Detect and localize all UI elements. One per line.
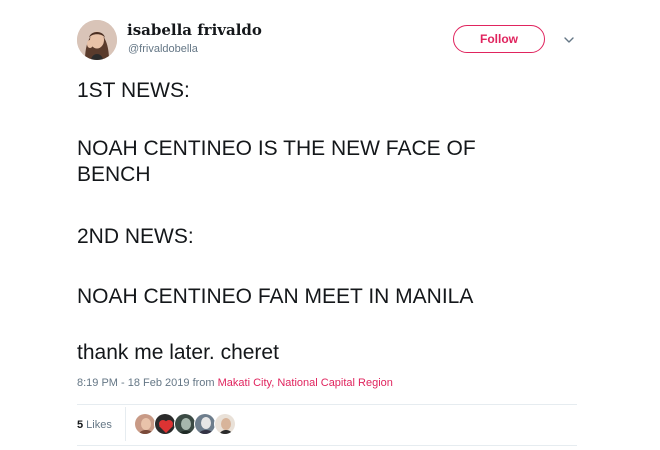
stat-separator [125,407,126,441]
tweet-line: BENCH [77,163,151,186]
tweet-card: isabella frivaldo @frivaldobella Follow … [0,0,660,450]
tweet-meta: 8:19 PM - 18 Feb 2019 from Makati City, … [77,377,393,389]
tweet-timestamp[interactable]: 8:19 PM - 18 Feb 2019 [77,377,190,389]
tweet-line: thank me later. cheret [77,341,279,364]
divider [77,445,577,446]
follow-button[interactable]: Follow [453,25,545,53]
liker-avatar-5[interactable] [214,413,236,435]
author-handle[interactable]: @frivaldobella [128,43,198,55]
chevron-down-icon [564,37,574,43]
liker-avatar-1[interactable] [134,413,156,435]
likes-label: Likes [83,419,112,431]
tweet-line: NOAH CENTINEO FAN MEET IN MANILA [77,285,474,308]
liker-avatar-3[interactable] [174,413,196,435]
liker-avatar-4[interactable] [194,413,216,435]
tweet-line: 1ST NEWS: [77,79,190,102]
tweet-line: NOAH CENTINEO IS THE NEW FACE OF [77,137,476,160]
author-avatar[interactable] [77,20,117,60]
liker-avatar-2[interactable] [154,413,176,435]
tweet-location-link[interactable]: Makati City, National Capital Region [218,377,393,389]
author-display-name[interactable]: isabella frivaldo [127,21,262,39]
more-options-button[interactable] [562,33,576,47]
tweet-line: 2ND NEWS: [77,225,194,248]
likes-stat[interactable]: 5 Likes [77,419,112,431]
divider [77,404,577,405]
user-avatar-icon [77,20,117,60]
from-label: from [189,377,218,389]
